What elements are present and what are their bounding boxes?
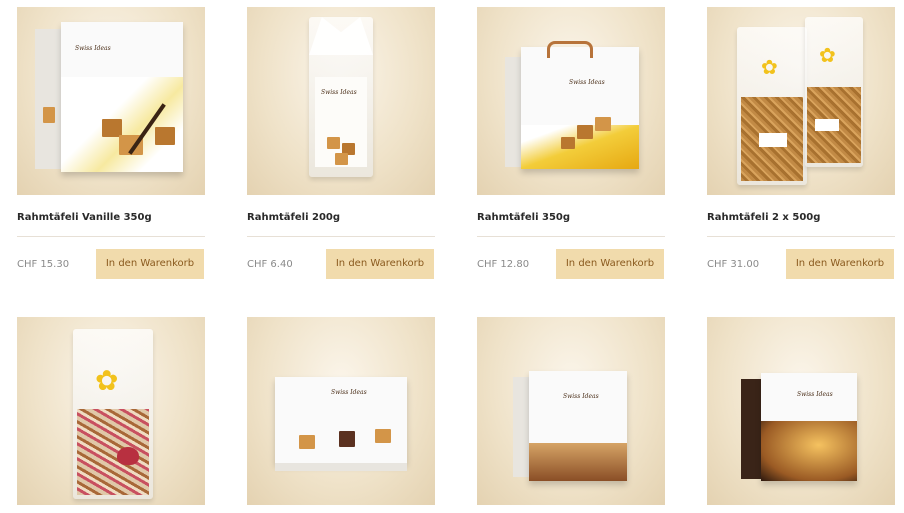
product-image[interactable]: ✿	[17, 317, 205, 505]
product-price: CHF 15.30	[17, 259, 70, 270]
brand-logo: Swiss Ideas	[797, 391, 833, 398]
divider	[707, 236, 895, 237]
product-image[interactable]: Swiss Ideas	[17, 7, 205, 195]
brand-logo: Swiss Ideas	[569, 79, 605, 86]
product-image[interactable]: Swiss Ideas	[247, 7, 435, 195]
product-image[interactable]: Swiss Ideas	[707, 317, 895, 505]
product-image[interactable]: Swiss Ideas	[477, 7, 665, 195]
product-image[interactable]: ✿ ✿	[707, 7, 895, 195]
brand-logo: Swiss Ideas	[563, 393, 599, 400]
brand-logo: Swiss Ideas	[75, 45, 111, 52]
divider	[477, 236, 665, 237]
product-title[interactable]: Rahmtäfeli 2 x 500g	[707, 212, 820, 223]
add-to-cart-button[interactable]: In den Warenkorb	[556, 249, 664, 279]
product-title[interactable]: Rahmtäfeli 350g	[477, 212, 570, 223]
product-image[interactable]: Swiss Ideas	[247, 317, 435, 505]
product-price: CHF 12.80	[477, 259, 530, 270]
add-to-cart-button[interactable]: In den Warenkorb	[96, 249, 204, 279]
add-to-cart-button[interactable]: In den Warenkorb	[326, 249, 434, 279]
brand-logo: Swiss Ideas	[321, 89, 357, 96]
ribbon-bow-icon: ✿	[95, 364, 119, 397]
product-price: CHF 6.40	[247, 259, 293, 270]
divider	[17, 236, 205, 237]
product-image[interactable]: Swiss Ideas	[477, 317, 665, 505]
product-title[interactable]: Rahmtäfeli 200g	[247, 212, 340, 223]
product-price: CHF 31.00	[707, 259, 760, 270]
divider	[247, 236, 435, 237]
add-to-cart-button[interactable]: In den Warenkorb	[786, 249, 894, 279]
ribbon-bow-icon: ✿	[761, 55, 778, 79]
ribbon-bow-icon: ✿	[819, 43, 836, 67]
product-title[interactable]: Rahmtäfeli Vanille 350g	[17, 212, 152, 223]
brand-logo: Swiss Ideas	[331, 389, 367, 396]
